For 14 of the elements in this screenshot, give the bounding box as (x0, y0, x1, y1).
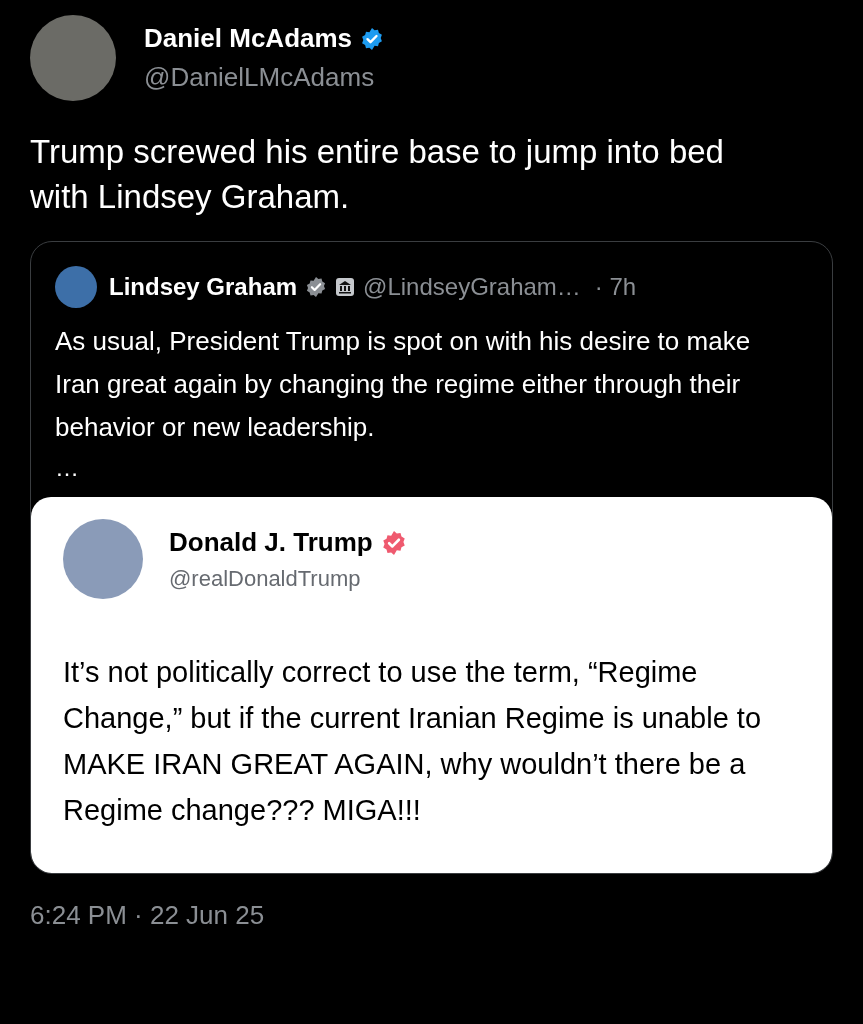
timestamp: 6:24 PM · 22 Jun 25 (29, 899, 266, 932)
screenshot-author-name: Donald J. Trump (169, 526, 373, 559)
quote-text: As usual, President Trump is spot on with his desire to make Iran great again by changing the regime either through their behavior or new leadership. (55, 325, 752, 444)
screenshot-author-handle: @realDonaldTrump (169, 565, 362, 593)
quote-card[interactable] (30, 241, 833, 874)
screenshot-text: It’s not politically correct to use the term, “Regime Change,” but if the current Iranian Regime is unable to MAKE IRAN GREAT AGAIN, why wouldn’t there be a Regime change??? MIGA!!! (63, 655, 762, 828)
author-name: Daniel McAdams (144, 22, 353, 55)
quote-time: · 7h (594, 272, 637, 302)
more-ellipsis: … (55, 453, 80, 483)
quote-author-name: Lindsey Graham (109, 272, 298, 302)
tweet-text: Trump screwed his entire base to jump into bed with Lindsey Graham. (29, 132, 725, 217)
quote-avatar (55, 266, 97, 308)
author-handle: @DanielLMcAdams (144, 61, 376, 94)
quote-author-handle: @LindseyGraham… (363, 272, 581, 302)
